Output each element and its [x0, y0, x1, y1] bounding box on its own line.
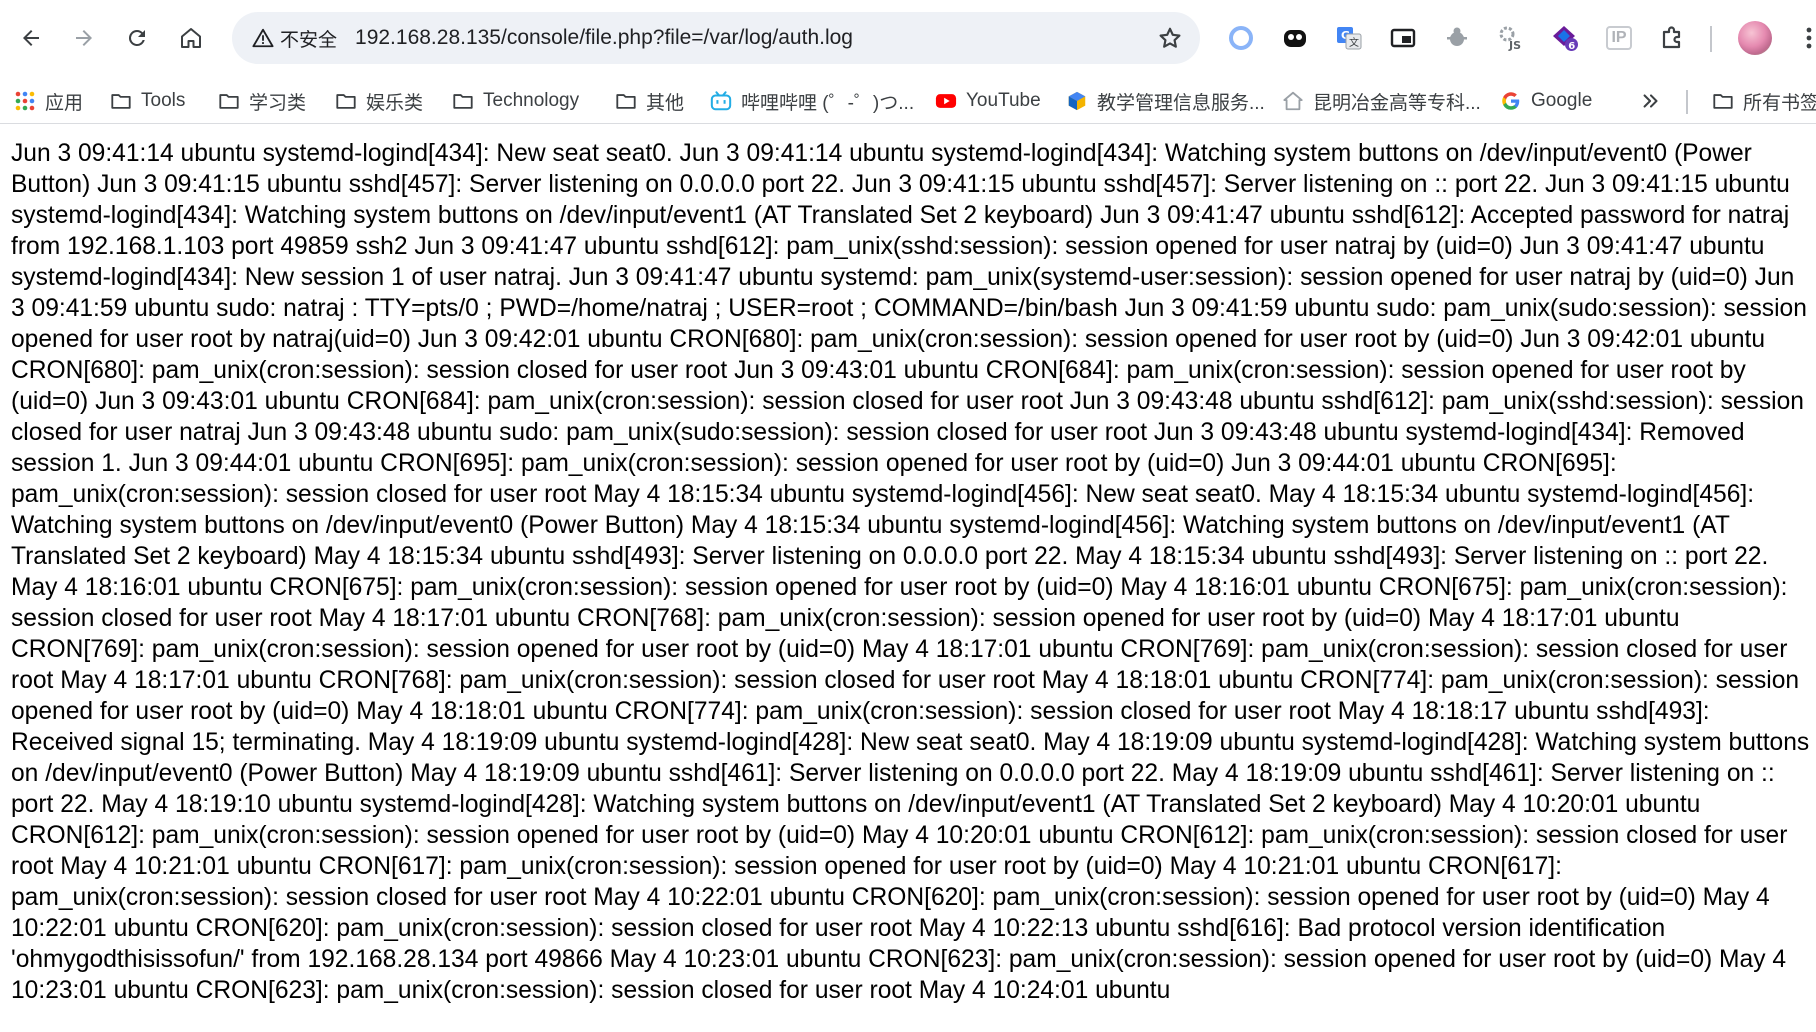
apps-grid-icon [15, 91, 35, 111]
ext-circle-button[interactable] [1224, 21, 1258, 55]
bookmark-folder-technology[interactable]: Technology [452, 86, 579, 116]
double-chevron-right-icon [1643, 94, 1658, 108]
bookmark-google[interactable]: Google [1500, 86, 1592, 116]
bookmark-label: 其他 [646, 92, 685, 114]
bookmark-kunming-college[interactable]: 昆明冶金高等专科... [1282, 86, 1481, 116]
bookmarks-overflow-button[interactable] [1640, 86, 1662, 116]
bookmark-label: 昆明冶金高等专科... [1313, 92, 1481, 114]
profile-button[interactable] [1738, 21, 1772, 55]
bookmark-folder-all[interactable]: 所有书签 [1712, 86, 1816, 116]
extension-badge-count: 6 [1568, 41, 1575, 52]
ext-puzzle-grey-button[interactable] [1440, 21, 1474, 55]
bookmark-label: Google [1531, 90, 1593, 111]
bookmark-star-button[interactable] [1152, 20, 1188, 56]
bookmark-label: 所有书签 [1743, 92, 1816, 114]
bilibili-icon [710, 91, 732, 111]
folder-icon [616, 94, 636, 109]
extensions-menu-button[interactable] [1656, 21, 1690, 55]
home-icon [181, 28, 201, 48]
avatar [1738, 21, 1772, 55]
pip-icon [1390, 28, 1416, 48]
diamond-icon: 6 [1553, 26, 1578, 52]
arrow-left-icon [23, 30, 39, 46]
svg-text:JS: JS [1508, 39, 1521, 52]
folder-icon [111, 94, 131, 109]
house-icon [1283, 91, 1303, 111]
browser-menu-button[interactable] [1792, 21, 1816, 55]
ext-translate-button[interactable]: G 文 [1332, 21, 1366, 55]
folder-icon [1713, 94, 1733, 109]
browser-toolbar: 不安全 192.168.28.135/console/file.php?file… [0, 0, 1816, 78]
bookmark-label: 学习类 [249, 92, 307, 114]
puzzle-icon [1662, 26, 1681, 49]
bookmark-label: YouTube [966, 90, 1041, 111]
bookmarks-divider [1686, 90, 1688, 114]
reload-button[interactable] [119, 20, 155, 56]
ext-picture-in-picture-button[interactable] [1386, 21, 1420, 55]
folder-icon [219, 94, 239, 109]
svg-text:文: 文 [1349, 36, 1359, 49]
star-icon [1159, 27, 1181, 48]
copilot-icon [1284, 30, 1306, 47]
toolbar-divider [1710, 26, 1712, 52]
bookmark-label: Tools [141, 90, 186, 111]
folder-icon [453, 94, 473, 109]
translate-icon: G 文 [1337, 27, 1362, 50]
bookmark-teaching-system[interactable]: 教学管理信息服务... [1066, 86, 1265, 116]
ip-ext-label: IP [1606, 26, 1632, 50]
bookmark-youtube[interactable]: YouTube [935, 86, 1041, 116]
home-button[interactable] [173, 20, 209, 56]
bookmark-label: 娱乐类 [366, 92, 424, 114]
bug-icon [1447, 27, 1467, 46]
security-label: 不安全 [280, 29, 338, 51]
folder-icon [336, 94, 356, 109]
bookmark-bilibili[interactable]: 哔哩哔哩 (゜-゜)つ... [710, 86, 914, 116]
bookmark-folder-entertainment[interactable]: 娱乐类 [335, 86, 423, 116]
kebab-menu-icon [1806, 27, 1812, 49]
bookmark-label: 教学管理信息服务... [1097, 92, 1265, 114]
bookmark-folder-other[interactable]: 其他 [615, 86, 684, 116]
forward-button[interactable] [66, 20, 102, 56]
site-security-chip[interactable]: 不安全 [244, 20, 347, 56]
youtube-icon [935, 94, 957, 108]
cube-icon [1068, 91, 1086, 111]
bookmarks-bar: 应用 Tools 学习类 娱乐类 Technology 其他 哔哩哔哩 (゜-゜… [0, 78, 1816, 124]
reload-icon [128, 29, 145, 46]
bookmark-folder-tools[interactable]: Tools [110, 86, 185, 116]
ext-copilot-button[interactable] [1278, 21, 1312, 55]
url-text[interactable]: 192.168.28.135/console/file.php?file=/va… [355, 26, 853, 50]
auth-log-content: Jun 3 09:41:14 ubuntu systemd-logind[434… [11, 140, 1810, 1004]
ext-ip-button[interactable]: IP [1602, 21, 1636, 55]
bookmark-apps[interactable]: 应用 [14, 86, 83, 116]
arrow-right-icon [76, 30, 92, 46]
ext-badge-button[interactable]: 6 [1548, 21, 1582, 55]
ext-js-button[interactable]: JS [1494, 21, 1528, 55]
gear-js-icon: JS [1499, 26, 1521, 52]
google-icon [1502, 92, 1520, 110]
back-button[interactable] [13, 20, 49, 56]
ring-icon [1229, 26, 1253, 50]
address-bar[interactable]: 不安全 192.168.28.135/console/file.php?file… [232, 12, 1200, 64]
bookmark-label: Technology [483, 90, 580, 111]
bookmark-label: 哔哩哔哩 (゜-゜)つ... [741, 92, 915, 114]
warning-icon [252, 28, 274, 48]
bookmark-folder-study[interactable]: 学习类 [218, 86, 306, 116]
bookmark-label: 应用 [45, 92, 84, 114]
